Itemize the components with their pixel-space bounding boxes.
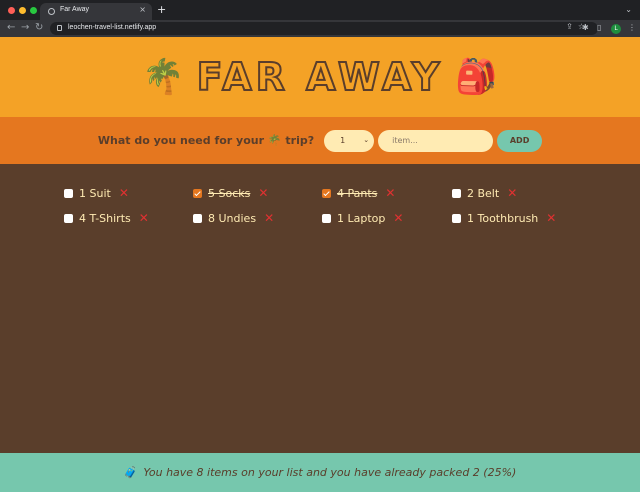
delete-icon[interactable]: ✕ bbox=[385, 187, 395, 199]
address-bar[interactable]: leochen-travel-list.netlify.app ⇪☆ bbox=[50, 22, 598, 35]
packed-checkbox[interactable] bbox=[193, 188, 202, 198]
url-text[interactable]: leochen-travel-list.netlify.app bbox=[68, 24, 156, 31]
backpack-icon: 🎒 bbox=[455, 57, 498, 97]
browser-tab-bar: Far Away × + ⌄ bbox=[0, 0, 640, 20]
delete-icon[interactable]: ✕ bbox=[507, 187, 517, 199]
list-item: 5 Socks ✕ bbox=[193, 186, 268, 200]
item-label: 1 Toothbrush bbox=[467, 211, 539, 225]
far-away-app: 🌴 Far Away 🎒 What do you need for your 🌴… bbox=[0, 37, 640, 492]
add-button[interactable]: ADD bbox=[497, 129, 543, 152]
packed-checkbox[interactable] bbox=[193, 213, 202, 223]
item-input-placeholder: item... bbox=[392, 136, 418, 145]
globe-icon bbox=[48, 8, 55, 15]
list-item: 4 T-Shirts ✕ bbox=[64, 211, 149, 225]
packed-checkbox[interactable] bbox=[64, 213, 73, 223]
packing-list: 1 Suit ✕ 5 Socks ✕ 4 Pants ✕ 2 Belt ✕ 4 … bbox=[0, 164, 640, 453]
close-window-button[interactable] bbox=[8, 7, 15, 14]
delete-icon[interactable]: ✕ bbox=[119, 187, 129, 199]
tab-title: Far Away bbox=[60, 6, 90, 13]
add-item-form: What do you need for your 🌴 trip? 1 ⌄ it… bbox=[0, 117, 640, 164]
delete-icon[interactable]: ✕ bbox=[139, 212, 149, 224]
app-title: Far Away bbox=[196, 54, 444, 100]
menu-icon[interactable]: ⋮ bbox=[628, 23, 636, 33]
forward-button[interactable]: → bbox=[21, 22, 29, 34]
quantity-value: 1 bbox=[340, 136, 346, 145]
minimize-window-button[interactable] bbox=[19, 7, 26, 14]
stats-footer: 🧳 You have 8 items on your list and you … bbox=[0, 453, 640, 492]
back-button[interactable]: ← bbox=[7, 22, 15, 34]
item-label: 4 Pants bbox=[337, 186, 378, 200]
packed-checkbox[interactable] bbox=[452, 213, 461, 223]
new-tab-button[interactable]: + bbox=[157, 4, 166, 16]
list-item: 1 Laptop ✕ bbox=[322, 211, 403, 225]
palm-tree-icon: 🌴 bbox=[142, 57, 185, 97]
packed-checkbox[interactable] bbox=[452, 188, 461, 198]
zoom-window-button[interactable] bbox=[30, 7, 37, 14]
list-item: 1 Toothbrush ✕ bbox=[452, 211, 556, 225]
luggage-icon: 🧳 bbox=[123, 466, 138, 479]
quantity-select[interactable]: 1 ⌄ bbox=[324, 129, 375, 152]
profile-avatar[interactable]: L bbox=[611, 24, 621, 34]
lock-icon[interactable] bbox=[57, 25, 62, 31]
delete-icon[interactable]: ✕ bbox=[258, 187, 268, 199]
browser-toolbar: ← → ↻ leochen-travel-list.netlify.app ⇪☆… bbox=[0, 20, 640, 37]
item-input[interactable]: item... bbox=[378, 129, 494, 152]
list-item: 1 Suit ✕ bbox=[64, 186, 129, 200]
item-label: 4 T-Shirts bbox=[79, 211, 131, 225]
packed-checkbox[interactable] bbox=[64, 188, 73, 198]
tab-search-icon[interactable]: ⌄ bbox=[625, 5, 632, 14]
chevron-down-icon: ⌄ bbox=[363, 135, 370, 144]
delete-icon[interactable]: ✕ bbox=[546, 212, 556, 224]
packed-checkbox[interactable] bbox=[322, 213, 331, 223]
app-header: 🌴 Far Away 🎒 bbox=[0, 37, 640, 117]
reload-button[interactable]: ↻ bbox=[35, 22, 43, 34]
delete-icon[interactable]: ✕ bbox=[393, 212, 403, 224]
browser-tab[interactable]: Far Away × bbox=[40, 3, 152, 20]
delete-icon[interactable]: ✕ bbox=[264, 212, 274, 224]
stats-text: You have 8 items on your list and you ha… bbox=[143, 466, 517, 479]
packed-checkbox[interactable] bbox=[322, 188, 331, 198]
list-item: 4 Pants ✕ bbox=[322, 186, 395, 200]
list-item: 8 Undies ✕ bbox=[193, 211, 274, 225]
side-panel-icon[interactable]: ▯ bbox=[597, 23, 601, 33]
extensions-icon[interactable]: ✱ bbox=[582, 23, 589, 33]
item-label: 8 Undies bbox=[208, 211, 257, 225]
item-label: 5 Socks bbox=[208, 186, 251, 200]
item-label: 1 Suit bbox=[79, 186, 111, 200]
list-item: 2 Belt ✕ bbox=[452, 186, 517, 200]
item-label: 1 Laptop bbox=[337, 211, 386, 225]
item-label: 2 Belt bbox=[467, 186, 500, 200]
tab-close-icon[interactable]: × bbox=[139, 5, 146, 15]
form-label: What do you need for your 🌴 trip? bbox=[97, 134, 315, 147]
